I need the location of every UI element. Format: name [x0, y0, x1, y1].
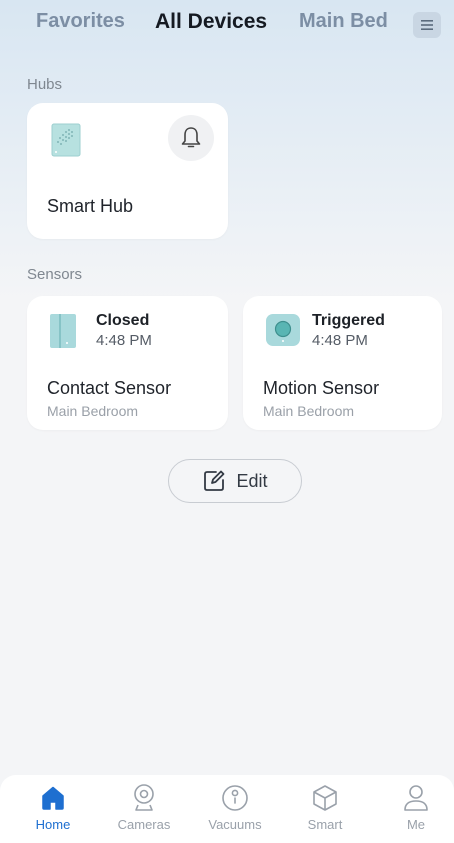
- device-card-smart-hub[interactable]: Smart Hub: [27, 103, 228, 239]
- tab-favorites[interactable]: Favorites: [36, 10, 125, 33]
- edit-button-label: Edit: [236, 470, 268, 491]
- nav-item-home[interactable]: Home: [13, 781, 93, 839]
- sensor-time: 4:48 PM: [96, 332, 152, 349]
- smart-hub-device-icon: [51, 123, 81, 157]
- menu-button[interactable]: [413, 12, 441, 38]
- device-name: Motion Sensor: [263, 378, 380, 398]
- sensor-time: 4:48 PM: [312, 332, 368, 349]
- bell-icon: [181, 127, 201, 148]
- nav-label: Smart: [307, 817, 343, 832]
- smart-cube-icon: [313, 785, 337, 811]
- device-name: Contact Sensor: [47, 378, 172, 398]
- nav-item-smart[interactable]: Smart: [285, 781, 365, 839]
- device-card-contact-sensor[interactable]: Closed 4:48 PM Contact Sensor Main Bedro…: [27, 296, 228, 430]
- top-tab-bar: Favorites All Devices Main Bed: [0, 10, 454, 40]
- edit-button[interactable]: Edit: [168, 459, 302, 503]
- person-icon: [404, 785, 428, 811]
- nav-item-cameras[interactable]: Cameras: [104, 781, 184, 839]
- home-icon: [42, 786, 64, 810]
- motion-sensor-icon: [266, 314, 300, 346]
- vacuum-icon: [222, 785, 248, 811]
- sensor-status: Closed: [96, 312, 150, 329]
- device-name: Smart Hub: [47, 196, 134, 216]
- bottom-nav: Home Cameras Vacuums Smart Me: [0, 775, 454, 843]
- hamburger-menu-icon: [421, 20, 433, 30]
- notification-bell-button[interactable]: [168, 115, 214, 161]
- app-screen: Favorites All Devices Main Bed Hubs Smar…: [0, 0, 454, 843]
- edit-icon: [204, 470, 225, 491]
- device-room: Main Bedroom: [263, 403, 355, 419]
- sensor-status: Triggered: [312, 312, 385, 329]
- device-room: Main Bedroom: [47, 403, 139, 419]
- nav-label: Me: [406, 817, 426, 832]
- nav-label: Cameras: [117, 817, 171, 832]
- tab-all-devices[interactable]: All Devices: [155, 10, 267, 34]
- section-label-hubs: Hubs: [27, 76, 63, 93]
- nav-label: Home: [35, 817, 71, 832]
- nav-item-vacuums[interactable]: Vacuums: [195, 781, 275, 839]
- nav-item-me[interactable]: Me: [376, 781, 454, 839]
- contact-sensor-icon: [50, 314, 76, 348]
- tab-main-bed[interactable]: Main Bed: [299, 10, 388, 33]
- nav-label: Vacuums: [208, 817, 262, 832]
- camera-icon: [134, 784, 154, 811]
- section-label-sensors: Sensors: [27, 266, 83, 283]
- device-card-motion-sensor[interactable]: Triggered 4:48 PM Motion Sensor Main Bed…: [243, 296, 442, 430]
